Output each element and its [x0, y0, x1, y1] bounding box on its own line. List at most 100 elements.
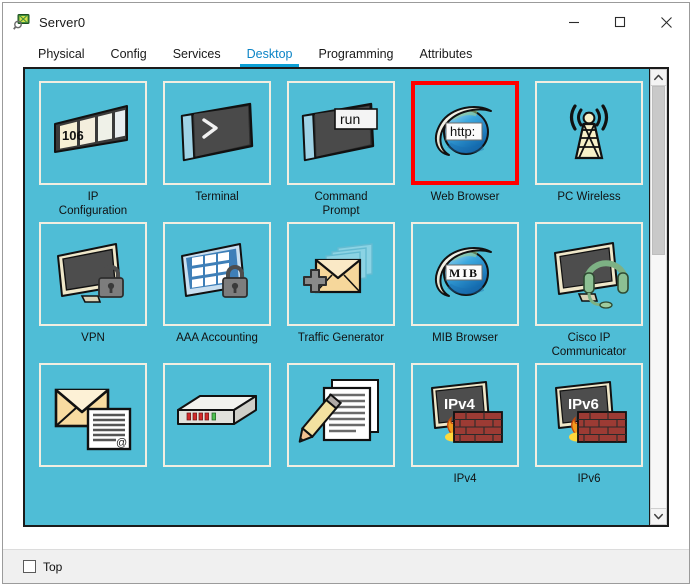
tab-strip: Physical Config Services Desktop Program… [3, 41, 689, 67]
ipv6-firewall-icon: IPv6 [555, 381, 627, 443]
ipv4-firewall-icon: IPv4 [431, 381, 503, 443]
icon-tile[interactable]: MIB [411, 222, 519, 326]
pc-wireless-icon [569, 104, 609, 160]
tab-services[interactable]: Services [160, 41, 234, 67]
mib-browser-icon: MIB [434, 247, 492, 297]
email-icon: @ [54, 388, 132, 451]
desktop-item-email[interactable]: @ [33, 363, 153, 486]
aaa-accounting-icon [181, 243, 248, 298]
top-checkbox-label: Top [43, 559, 63, 574]
icon-label: IPv6 [577, 473, 601, 485]
icon-tile[interactable]: run [287, 81, 395, 185]
close-icon [660, 16, 672, 28]
vertical-scrollbar[interactable] [649, 69, 667, 525]
icon-label: MIB Browser [432, 332, 498, 344]
packet-tracer-server-icon [13, 13, 31, 31]
desktop-item-pc-wireless[interactable]: PC Wireless [529, 81, 649, 218]
icon-tile[interactable] [163, 222, 271, 326]
traffic-generator-icon [303, 243, 373, 294]
svg-text:MIB: MIB [449, 266, 479, 280]
desktop-viewport: 106 IP Configuration Terminal run Comman… [25, 69, 649, 525]
desktop-item-mib-browser[interactable]: MIB MIB Browser [405, 222, 525, 359]
desktop-item-traffic-generator[interactable]: Traffic Generator [281, 222, 401, 359]
server-properties-window: Server0 Physical Config Services Desktop… [2, 2, 690, 584]
text-editor-icon [298, 379, 379, 443]
icon-tile[interactable] [39, 222, 147, 326]
icon-tile[interactable]: @ [39, 363, 147, 467]
tab-label: Physical [38, 47, 85, 61]
vpn-icon [57, 243, 124, 303]
icon-tile[interactable]: 106 [39, 81, 147, 185]
terminal-icon [180, 102, 254, 162]
icon-label: VPN [81, 332, 105, 344]
svg-text:@: @ [116, 437, 127, 449]
top-checkbox-row[interactable]: Top [23, 560, 62, 574]
icon-label: AAA Accounting [176, 332, 258, 344]
icon-label: PC Wireless [557, 191, 621, 203]
web-browser-icon: http: [434, 106, 492, 156]
icon-row: VPN AAA Accounting Traffic Generator MIB… [31, 222, 643, 359]
chevron-down-icon [654, 513, 663, 520]
icon-tile[interactable]: IPv4 [411, 363, 519, 467]
tab-config[interactable]: Config [98, 41, 160, 67]
ip-configuration-icon: 106 [54, 105, 128, 153]
icon-tile[interactable] [163, 81, 271, 185]
tab-label: Programming [318, 47, 394, 61]
icon-label: Terminal [195, 191, 239, 203]
desktop-icon-grid: 106 IP Configuration Terminal run Comman… [25, 69, 649, 490]
window-controls [551, 3, 689, 41]
close-button[interactable] [643, 3, 689, 41]
desktop-item-terminal[interactable]: Terminal [157, 81, 277, 218]
desktop-item-vpn[interactable]: VPN [33, 222, 153, 359]
desktop-item-command-prompt[interactable]: run Command Prompt [281, 81, 401, 218]
icon-label: IPv4 [453, 473, 477, 485]
desktop-item-ip-configuration[interactable]: 106 IP Configuration [33, 81, 153, 218]
svg-text:run: run [340, 111, 360, 127]
scrollbar-thumb[interactable] [652, 86, 665, 255]
minimize-icon [569, 21, 579, 24]
scroll-up-button[interactable] [650, 69, 667, 86]
desktop-item-cisco-ip-communicator[interactable]: Cisco IP Communicator [529, 222, 649, 359]
icon-tile[interactable] [287, 363, 395, 467]
tab-programming[interactable]: Programming [305, 41, 406, 67]
top-checkbox[interactable] [23, 560, 36, 573]
icon-tile[interactable] [535, 222, 643, 326]
desktop-item-pppoe-dialer[interactable] [157, 363, 277, 486]
tab-physical[interactable]: Physical [25, 41, 98, 67]
icon-tile[interactable] [287, 222, 395, 326]
icon-label: Command Prompt [314, 191, 368, 217]
desktop-item-text-editor[interactable] [281, 363, 401, 486]
footer-bar: Top [3, 549, 689, 583]
minimize-button[interactable] [551, 3, 597, 41]
tab-label: Attributes [419, 47, 473, 61]
scroll-down-button[interactable] [650, 508, 667, 525]
icon-tile[interactable] [535, 81, 643, 185]
maximize-icon [614, 16, 626, 28]
content-wrapper: 106 IP Configuration Terminal run Comman… [3, 67, 689, 549]
svg-text:IPv6: IPv6 [568, 396, 599, 413]
desktop-item-web-browser[interactable]: http: Web Browser [405, 81, 525, 218]
window-title: Server0 [39, 14, 86, 30]
icon-tile[interactable] [163, 363, 271, 467]
title-bar-left: Server0 [3, 13, 85, 31]
icon-label: IP Configuration [58, 191, 128, 217]
tab-attributes[interactable]: Attributes [407, 41, 486, 67]
icon-tile[interactable]: IPv6 [535, 363, 643, 467]
chevron-up-icon [654, 74, 663, 81]
tab-label: Desktop [246, 47, 293, 61]
desktop-item-ipv4-firewall[interactable]: IPv4 IPv4 [405, 363, 525, 486]
title-bar: Server0 [3, 3, 689, 41]
command-prompt-icon: run [301, 102, 378, 162]
icon-label: Web Browser [430, 191, 500, 203]
desktop-item-aaa-accounting[interactable]: AAA Accounting [157, 222, 277, 359]
pppoe-dialer-icon [177, 395, 257, 425]
tab-desktop[interactable]: Desktop [234, 41, 306, 67]
icon-tile[interactable]: http: [411, 81, 519, 185]
tab-label: Services [172, 47, 221, 61]
maximize-button[interactable] [597, 3, 643, 41]
cisco-ip-communicator-icon [554, 242, 629, 309]
icon-row: 106 IP Configuration Terminal run Comman… [31, 81, 643, 218]
icon-label: Cisco IP Communicator [551, 332, 627, 358]
desktop-item-ipv6-firewall[interactable]: IPv6 IPv6 [529, 363, 649, 486]
scrollbar-track[interactable] [650, 86, 667, 508]
